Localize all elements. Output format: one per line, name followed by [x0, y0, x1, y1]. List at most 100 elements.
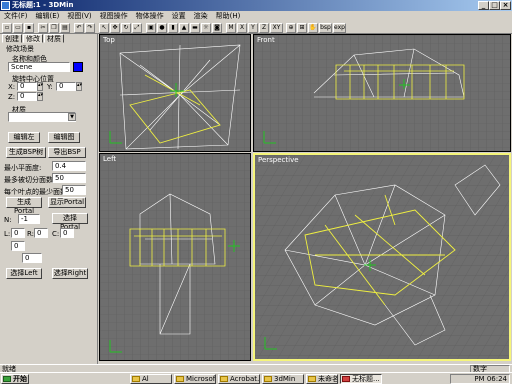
save-icon[interactable]: ▪: [24, 23, 34, 33]
task-untitled-3dmin[interactable]: 无标题...: [340, 374, 382, 384]
menu-view-ops[interactable]: 视图操作: [96, 11, 132, 22]
task-label: 未命名 -...: [318, 375, 338, 383]
box-icon[interactable]: ▣: [146, 23, 156, 33]
r-input[interactable]: 0: [34, 228, 48, 238]
sphere-icon[interactable]: ●: [157, 23, 167, 33]
material-select[interactable]: [8, 112, 76, 122]
show-portal-button[interactable]: 显示Portal: [48, 197, 86, 208]
top-view-canvas: [100, 35, 250, 151]
mode-x-button[interactable]: X: [237, 23, 247, 33]
new-icon[interactable]: ▫: [2, 23, 12, 33]
select-icon[interactable]: ↖: [99, 23, 109, 33]
paint-icon: [308, 376, 316, 382]
task-acrobat[interactable]: Acrobat...: [218, 374, 260, 384]
generate-bsp-button[interactable]: 生成BSP树: [6, 147, 46, 158]
menu-help[interactable]: 帮助(H): [212, 11, 245, 22]
menu-render[interactable]: 渲染: [190, 11, 212, 22]
x-label: X:: [8, 83, 16, 91]
viewport-perspective[interactable]: Perspective: [253, 153, 511, 361]
paste-icon[interactable]: ▤: [60, 23, 70, 33]
task-label: Microsoft...: [186, 375, 216, 383]
select-right-button[interactable]: 选择Right: [52, 268, 88, 279]
menu-object-ops[interactable]: 物体操作: [132, 11, 168, 22]
extra-input-1[interactable]: 0: [11, 241, 25, 251]
mode-m-button[interactable]: M: [226, 23, 236, 33]
minimize-button[interactable]: _: [478, 1, 489, 10]
scale-icon[interactable]: ⤢: [132, 23, 142, 33]
command-panel: 创建 修改 材质 修改场景 名称和颜色 Scene 旋转中心位置 X: 0 ▴▾…: [0, 34, 98, 364]
c-label: C:: [52, 230, 60, 238]
mode-z-button[interactable]: Z: [259, 23, 269, 33]
light-icon[interactable]: ☼: [201, 23, 211, 33]
mode-y-button[interactable]: Y: [248, 23, 258, 33]
plane-icon[interactable]: ▬: [190, 23, 200, 33]
cylinder-icon[interactable]: ▮: [168, 23, 178, 33]
chevron-down-icon[interactable]: ▼: [68, 113, 76, 121]
zoom-all-icon[interactable]: ⊞: [297, 23, 307, 33]
section-title: 修改场景: [6, 45, 34, 53]
pivot-z-input[interactable]: 0: [17, 92, 37, 101]
viewport-left-label: Left: [103, 155, 117, 163]
viewport-top[interactable]: Top: [99, 34, 251, 152]
pivot-x-input[interactable]: 0: [17, 82, 37, 91]
folder-icon: [264, 376, 272, 382]
l-label: L:: [4, 230, 11, 238]
rotate-icon[interactable]: ↻: [121, 23, 131, 33]
camera-icon[interactable]: ◙: [212, 23, 222, 33]
select-left-button[interactable]: 选择Left: [6, 268, 42, 279]
pivot-y-input[interactable]: 0: [56, 82, 76, 91]
copy-icon[interactable]: ❐: [49, 23, 59, 33]
menu-settings[interactable]: 设置: [168, 11, 190, 22]
title-bar[interactable]: 无标题:1 - 3DMin _ □ ×: [0, 0, 512, 11]
menu-file[interactable]: 文件(F): [0, 11, 32, 22]
select-portal-button[interactable]: 选择Portal: [52, 213, 88, 231]
l-input[interactable]: 0: [11, 228, 25, 238]
edit-group-button[interactable]: 编辑左: [8, 132, 40, 143]
pivot-x-spinner[interactable]: ▴▾: [37, 82, 43, 91]
open-icon[interactable]: ▭: [13, 23, 23, 33]
cone-icon[interactable]: ▲: [179, 23, 189, 33]
max-split-label: 最多被切分面数:: [4, 176, 56, 184]
edit-shape-button[interactable]: 编辑图: [48, 132, 80, 143]
menu-view[interactable]: 视图(V): [63, 11, 95, 22]
min-faces-input[interactable]: 50: [62, 185, 86, 195]
viewport-left[interactable]: Left: [99, 153, 251, 361]
generate-portal-button[interactable]: 生成Portal: [6, 197, 42, 215]
redo-icon[interactable]: ↷: [85, 23, 95, 33]
r-label: R:: [27, 230, 35, 238]
viewport-front[interactable]: Front: [253, 34, 511, 152]
task-al[interactable]: Al: [130, 374, 172, 384]
tab-modify[interactable]: 修改: [23, 34, 43, 43]
c-input[interactable]: 0: [60, 228, 74, 238]
n-label: N:: [4, 216, 12, 224]
tab-create[interactable]: 创建: [2, 34, 22, 43]
n-input[interactable]: -1: [18, 214, 40, 224]
tab-material[interactable]: 材质: [44, 34, 64, 43]
taskbar: 开始 Al Microsoft... Acrobat... 3dMin 未命名 …: [0, 372, 512, 384]
close-button[interactable]: ×: [500, 1, 511, 10]
move-icon[interactable]: ✥: [110, 23, 120, 33]
menu-edit[interactable]: 编辑(E): [32, 11, 64, 22]
max-split-input[interactable]: 50: [52, 173, 86, 183]
mode-xy-button[interactable]: XY: [270, 23, 283, 33]
task-3dmin[interactable]: 3dMin: [262, 374, 304, 384]
task-microsoft[interactable]: Microsoft...: [174, 374, 216, 384]
task-untitled-paint[interactable]: 未命名 -...: [306, 374, 338, 384]
min-flatness-input[interactable]: 0.4: [52, 161, 86, 171]
start-button[interactable]: 开始: [1, 374, 29, 384]
task-label: 3dMin: [274, 375, 296, 383]
extra-input-2[interactable]: 0: [22, 253, 42, 263]
undo-icon[interactable]: ↶: [74, 23, 84, 33]
zoom-icon[interactable]: ⊕: [286, 23, 296, 33]
maximize-button[interactable]: □: [489, 1, 500, 10]
pivot-z-spinner[interactable]: ▴▾: [37, 92, 43, 101]
export-bsp-button[interactable]: 导出BSP: [48, 147, 86, 158]
exp-button[interactable]: exp: [333, 23, 346, 33]
pan-icon[interactable]: ✋: [308, 23, 318, 33]
pivot-y-spinner[interactable]: ▴▾: [76, 82, 82, 91]
cut-icon[interactable]: ✂: [38, 23, 48, 33]
bsp-button[interactable]: bsp: [319, 23, 332, 33]
scene-color-swatch[interactable]: [73, 62, 83, 72]
scene-name-input[interactable]: Scene: [8, 62, 70, 72]
front-view-canvas: [254, 35, 510, 151]
